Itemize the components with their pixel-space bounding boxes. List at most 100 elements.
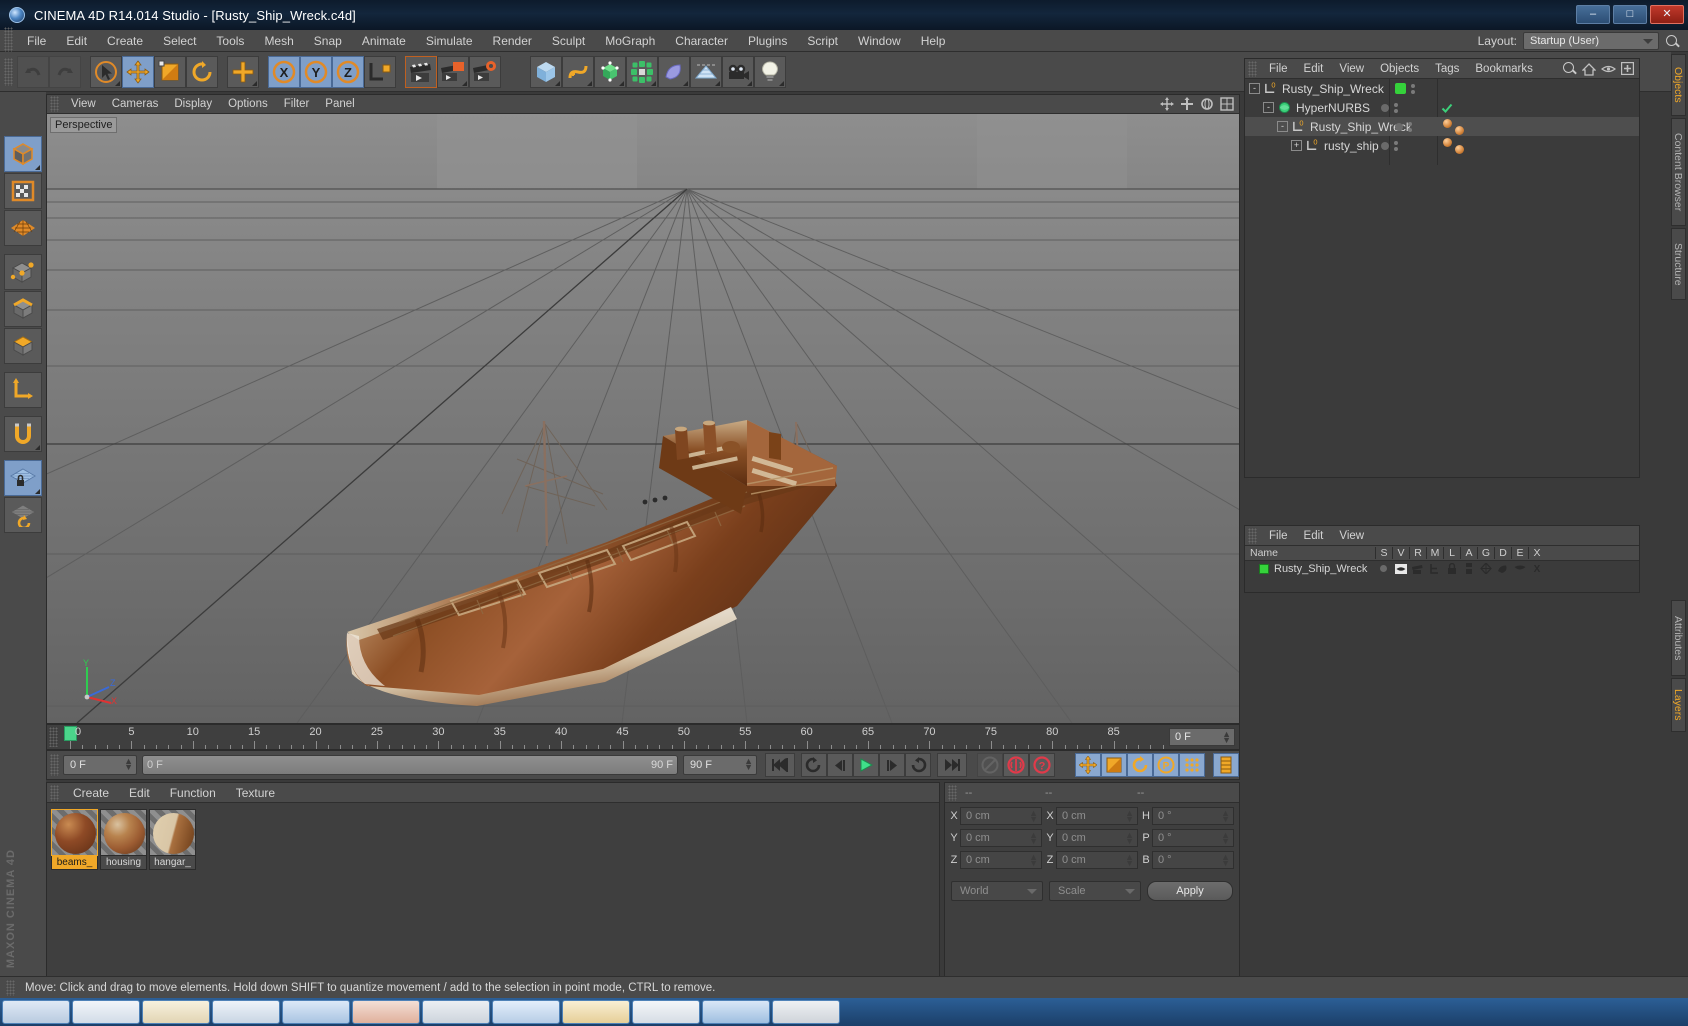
play-icon[interactable] [853,753,879,777]
coord-field-z-size[interactable]: 0 cm ▲ ▼ [1056,851,1138,869]
timeline-grip-icon[interactable] [49,727,58,747]
live-selection-icon[interactable] [90,55,122,88]
minimize-button[interactable]: – [1576,5,1610,24]
material-item[interactable]: beams_ [51,809,98,870]
visibility-dot-green[interactable] [1395,83,1406,94]
layout-select[interactable]: Startup (User) [1523,32,1659,50]
coord-field-x-position[interactable]: 0 cm ▲ ▼ [960,807,1042,825]
expander-icon[interactable]: - [1277,121,1288,132]
spinner-icon[interactable]: ▲ ▼ [744,757,753,772]
check-tag-icon[interactable] [1441,102,1453,114]
material-menu-function[interactable]: Function [160,782,226,804]
layer-xref-cell[interactable]: X [1528,563,1545,574]
material-menu-edit[interactable]: Edit [119,782,160,804]
edge-mode-icon[interactable] [4,291,42,327]
spinner-icon[interactable]: ▲ ▼ [1221,809,1230,824]
spinner-icon[interactable]: ▲ ▼ [1221,831,1230,846]
maximize-button[interactable]: □ [1613,5,1647,24]
object-menu-objects[interactable]: Objects [1372,59,1427,79]
layer-manager-cell[interactable] [1426,563,1443,574]
layer-row[interactable]: Rusty_Ship_Wreck X [1245,561,1639,576]
taskbar-item-doc[interactable] [632,1000,700,1024]
coord-field-z-position[interactable]: 0 cm ▲ ▼ [960,851,1042,869]
coordinates-grip-icon[interactable] [948,784,957,801]
visibility-dot[interactable] [1395,122,1403,131]
model-mode-icon[interactable] [4,136,42,172]
object-menu-tags[interactable]: Tags [1427,59,1467,79]
workplane-lock-icon[interactable] [4,460,42,496]
texture-mode-icon[interactable] [4,173,42,209]
material-item[interactable]: hangar_ [149,809,196,870]
layer-animation-cell[interactable] [1460,563,1477,574]
object-row-hypernurbs[interactable]: - HyperNURBS [1245,98,1639,117]
viewport-menu-cameras[interactable]: Cameras [104,95,167,114]
coord-field-h[interactable]: 0 ° ▲ ▼ [1152,807,1234,825]
camera-icon[interactable] [722,55,754,88]
key-scale-icon[interactable] [1101,753,1127,777]
taskbar-item-window[interactable] [282,1000,350,1024]
menu-mograph[interactable]: MoGraph [595,30,665,52]
undo-icon[interactable] [17,55,49,88]
menu-file[interactable]: File [17,30,56,52]
render-region-icon[interactable] [437,55,469,88]
ship-wreck-model[interactable] [47,114,1239,723]
layers-menu-file[interactable]: File [1261,526,1296,546]
redo-icon[interactable] [49,55,81,88]
key-position-icon[interactable] [1075,753,1101,777]
taskbar-item-grid[interactable] [422,1000,490,1024]
point-mode-icon[interactable] [4,254,42,290]
timeline-ruler[interactable]: 051015202530354045505560657075808590 [62,725,1165,749]
viewport-grip-icon[interactable] [50,96,59,112]
visibility-dots[interactable] [1394,102,1398,113]
tab-objects[interactable]: Objects [1671,54,1686,116]
pan-icon[interactable] [1160,97,1174,111]
add-layer-icon[interactable] [1621,62,1634,75]
menu-plugins[interactable]: Plugins [738,30,797,52]
axis-mode-icon[interactable] [4,372,42,408]
plus-tool-icon[interactable] [227,55,259,88]
taskbar-item-image[interactable] [212,1000,280,1024]
visibility-dots[interactable] [1394,140,1398,151]
face-mode-icon[interactable] [4,328,42,364]
menu-snap[interactable]: Snap [304,30,352,52]
material-tag-icon[interactable] [1455,126,1464,135]
material-tag-icon[interactable] [1455,145,1464,154]
step-forward-icon[interactable] [879,753,905,777]
taskbar-item-browser[interactable] [2,1000,70,1024]
generator-nurbs-icon[interactable] [594,55,626,88]
material-grip-icon[interactable] [50,784,59,801]
viewport-menu-view[interactable]: View [63,95,104,114]
object-menu-file[interactable]: File [1261,59,1296,79]
layer-generator-cell[interactable] [1477,563,1494,574]
light-icon[interactable] [754,55,786,88]
viewport-menu-filter[interactable]: Filter [276,95,318,114]
menu-character[interactable]: Character [665,30,738,52]
render-view-icon[interactable] [405,55,437,88]
status-grip-icon[interactable] [6,979,15,996]
layers-menu-edit[interactable]: Edit [1296,526,1332,546]
layer-color-swatch[interactable] [1259,563,1269,574]
spinner-icon[interactable]: ▲ ▼ [1029,809,1038,824]
key-rotation-icon[interactable] [1127,753,1153,777]
viewport-menu-panel[interactable]: Panel [317,95,362,114]
lock-z-icon[interactable]: Z [332,55,364,88]
lock-y-icon[interactable]: Y [300,55,332,88]
preview-range-bar[interactable]: 0 F 90 F [142,755,678,775]
menu-sculpt[interactable]: Sculpt [542,30,595,52]
tab-content-browser[interactable]: Content Browser [1671,118,1686,226]
autokey-icon[interactable] [1003,753,1029,777]
maximize-view-icon[interactable] [1220,97,1234,111]
record-disabled-icon[interactable] [977,753,1003,777]
viewport-canvas[interactable]: Perspective Y X Z [47,114,1239,723]
object-menu-edit[interactable]: Edit [1296,59,1332,79]
menu-render[interactable]: Render [483,30,542,52]
menu-select[interactable]: Select [153,30,206,52]
object-row-rusty-ship-wreck-child[interactable]: - 0 Rusty_Ship_Wreck [1245,117,1639,136]
taskbar-item-note[interactable] [142,1000,210,1024]
layer-view-cell[interactable] [1392,563,1409,574]
material-item[interactable]: housing [100,809,147,870]
coord-field-y-position[interactable]: 0 cm ▲ ▼ [960,829,1042,847]
spinner-icon[interactable]: ▲ ▼ [1125,809,1134,824]
preview-end-field[interactable]: 90 F ▲ ▼ [683,755,757,775]
search-icon[interactable] [1665,34,1680,49]
